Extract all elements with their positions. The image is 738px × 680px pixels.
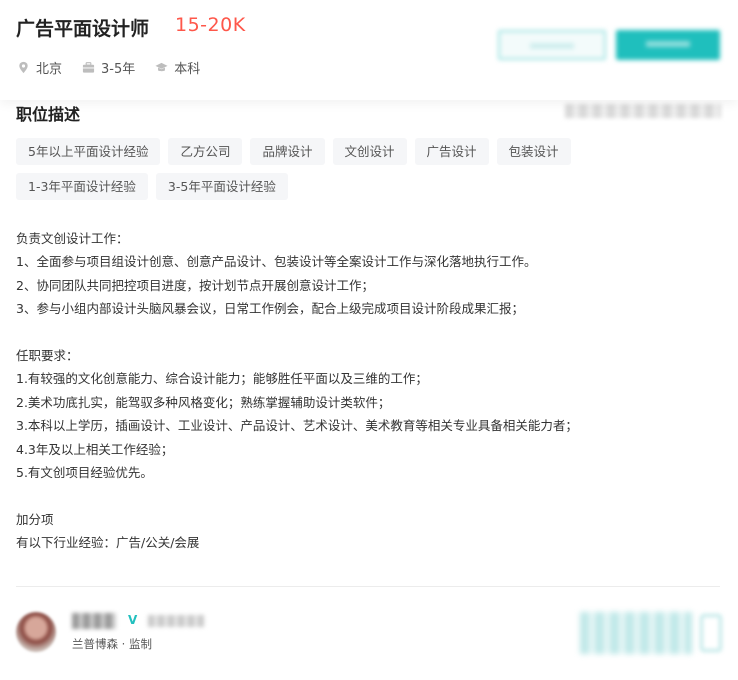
job-tag: 文创设计 [332, 138, 407, 165]
requirement-item: 3.本科以上学历，插画设计、工业设计、产品设计、艺术设计、美术教育等相关专业具备… [16, 418, 578, 434]
meta-experience: 3-5年 [82, 58, 135, 77]
job-tag: 广告设计 [414, 138, 489, 165]
section-title: 职位描述 [16, 105, 81, 124]
redacted-info [565, 104, 721, 118]
recruiter-status-redacted [148, 615, 204, 627]
requirements-heading: 任职要求： [16, 347, 79, 363]
chat-button[interactable] [580, 612, 692, 654]
education-text: 本科 [174, 62, 201, 77]
graduation-cap-icon [155, 62, 168, 72]
job-title: 广告平面设计师 [16, 18, 150, 40]
duties-heading: 负责文创设计工作： [16, 231, 129, 246]
salary: 15-20K [175, 14, 246, 36]
secondary-action-button[interactable] [498, 30, 606, 60]
bonus-text: 有以下行业经验：广告/公关/会展 [16, 535, 200, 551]
job-tags: 5年以上平面设计经验 乙方公司 品牌设计 文创设计 广告设计 包装设计 1-3年平面设计经验… [16, 138, 716, 208]
job-tag: 5年以上平面设计经验 [16, 138, 161, 165]
job-tag: 品牌设计 [250, 138, 325, 165]
requirement-item: 1.有较强的文化创意能力、综合设计能力；能够胜任平面以及三维的工作； [16, 371, 428, 387]
duty-item: 1、全面参与项目组设计创意、创意产品设计、包装设计等全案设计工作与深化落地执行工… [16, 254, 537, 270]
bonus-heading: 加分项 [16, 511, 54, 527]
duty-item: 2、协同团队共同把控项目进度，按计划节点开展创意设计工作； [16, 277, 374, 293]
requirement-item: 2.美术功底扎实，能驾驭多种风格变化；熟练掌握辅助设计类软件； [16, 394, 391, 410]
recruiter-avatar[interactable] [16, 612, 56, 652]
experience-text: 3-5年 [101, 62, 136, 77]
map-pin-icon [19, 61, 28, 74]
recruiter-name-redacted [72, 613, 116, 629]
job-header: 广告平面设计师 15-20K 北京 3-5年 本科 [0, 0, 738, 100]
primary-action-button[interactable] [616, 30, 720, 60]
job-meta: 北京 3-5年 本科 [17, 58, 220, 77]
job-tag: 1-3年平面设计经验 [16, 173, 148, 200]
duty-item: 3、参与小组内部设计头脑风暴会议，日常工作例会，配合上级完成项目设计阶段成果汇报… [16, 301, 524, 317]
qr-code-icon[interactable] [700, 614, 722, 652]
divider [16, 586, 720, 587]
recruiter-company-role: 兰普博森 · 监制 [72, 637, 152, 651]
meta-location: 北京 [17, 58, 62, 77]
briefcase-icon [82, 62, 95, 73]
meta-education: 本科 [155, 58, 200, 77]
requirement-item: 5.有文创项目经验优先。 [16, 464, 153, 480]
location-text: 北京 [36, 62, 63, 77]
verified-badge-icon: V [128, 613, 138, 627]
job-tag: 乙方公司 [168, 138, 243, 165]
job-description: 负责文创设计工作： 1、全面参与项目组设计创意、创意产品设计、包装设计等全案设计… [16, 227, 726, 554]
requirement-item: 4.3年及以上相关工作经验； [16, 441, 174, 457]
job-tag: 包装设计 [496, 138, 571, 165]
job-tag: 3-5年平面设计经验 [155, 173, 288, 200]
